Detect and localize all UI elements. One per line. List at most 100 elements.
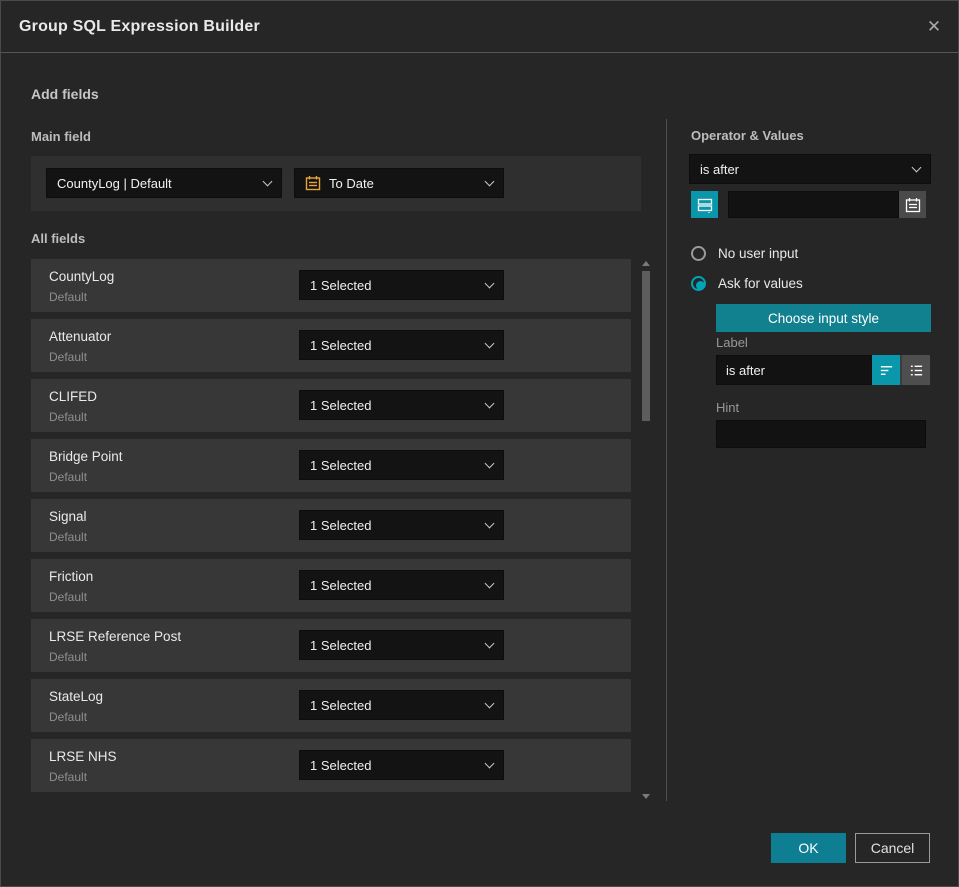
value-input[interactable]: [728, 191, 899, 218]
label-input[interactable]: [716, 355, 872, 385]
field-row: CLIFED Default 1 Selected: [31, 379, 631, 432]
chevron-down-icon: [484, 458, 495, 468]
field-row: LRSE Reference Post Default 1 Selected: [31, 619, 631, 672]
date-picker-button[interactable]: [899, 191, 926, 218]
cancel-button[interactable]: Cancel: [855, 833, 930, 863]
scroll-up-icon[interactable]: [642, 261, 650, 266]
field-subtitle: Default: [49, 650, 88, 664]
field-name: StateLog: [49, 689, 104, 704]
field-name: LRSE Reference Post: [49, 629, 182, 644]
field-name: Attenuator: [49, 329, 112, 344]
calendar-icon: [305, 175, 321, 191]
field-values-select[interactable]: 1 Selected: [299, 570, 504, 600]
hint-input[interactable]: [716, 420, 926, 448]
label-style-segmented-control: [872, 355, 930, 385]
scrollbar-thumb[interactable]: [642, 271, 650, 421]
date-mode-select[interactable]: To Date: [294, 168, 504, 198]
field-values-select-value: 1 Selected: [310, 637, 372, 653]
field-values-select[interactable]: 1 Selected: [299, 630, 504, 660]
field-name: LRSE NHS: [49, 749, 117, 764]
dialog-header: Group SQL Expression Builder ✕: [1, 1, 958, 53]
list-style-button[interactable]: [902, 355, 930, 385]
chevron-down-icon: [484, 338, 495, 348]
ok-button[interactable]: OK: [771, 833, 846, 863]
chevron-down-icon: [484, 278, 495, 288]
operator-select[interactable]: is after: [689, 154, 931, 184]
field-subtitle: Default: [49, 710, 88, 724]
chevron-down-icon: [484, 578, 495, 588]
main-field-select[interactable]: CountyLog | Default: [46, 168, 282, 198]
field-values-select-value: 1 Selected: [310, 697, 372, 713]
add-fields-heading: Add fields: [31, 86, 99, 102]
field-values-select[interactable]: 1 Selected: [299, 450, 504, 480]
radio-label: No user input: [718, 246, 799, 261]
hint-field-label: Hint: [716, 400, 740, 415]
field-values-select[interactable]: 1 Selected: [299, 270, 504, 300]
list-scrollbar[interactable]: [640, 259, 652, 801]
field-values-select[interactable]: 1 Selected: [299, 750, 504, 780]
label-field-label: Label: [716, 335, 748, 350]
bulleted-list-icon: [910, 365, 922, 375]
field-row: Friction Default 1 Selected: [31, 559, 631, 612]
field-values-select-value: 1 Selected: [310, 397, 372, 413]
radio-no-user-input[interactable]: No user input: [691, 246, 798, 261]
field-values-select-value: 1 Selected: [310, 757, 372, 773]
field-row: Attenuator Default 1 Selected: [31, 319, 631, 372]
align-left-icon: [880, 365, 892, 375]
field-subtitle: Default: [49, 470, 88, 484]
field-subtitle: Default: [49, 590, 88, 604]
field-values-select-value: 1 Selected: [310, 577, 372, 593]
field-row: CountyLog Default 1 Selected: [31, 259, 631, 312]
all-fields-list: CountyLog Default 1 Selected Attenuator …: [31, 259, 631, 799]
field-subtitle: Default: [49, 530, 88, 544]
radio-icon: [691, 276, 706, 291]
field-row: Signal Default 1 Selected: [31, 499, 631, 552]
panel-divider: [666, 119, 667, 801]
chevron-down-icon: [484, 398, 495, 408]
single-line-style-button[interactable]: [872, 355, 900, 385]
calendar-icon: [905, 197, 920, 212]
field-name: CountyLog: [49, 269, 115, 284]
field-values-select[interactable]: 1 Selected: [299, 390, 504, 420]
chevron-down-icon: [484, 698, 495, 708]
radio-ask-for-values[interactable]: Ask for values: [691, 276, 803, 291]
value-list-icon: [697, 198, 712, 213]
close-icon[interactable]: ✕: [922, 15, 946, 39]
radio-icon: [691, 246, 706, 261]
field-values-select-value: 1 Selected: [310, 457, 372, 473]
field-name: Signal: [49, 509, 87, 524]
main-field-panel: CountyLog | Default To Date: [31, 156, 641, 211]
operator-select-value: is after: [700, 161, 740, 177]
chevron-down-icon: [262, 176, 273, 186]
chevron-down-icon: [484, 518, 495, 528]
field-values-select[interactable]: 1 Selected: [299, 690, 504, 720]
dialog-title: Group SQL Expression Builder: [19, 17, 260, 35]
field-values-select-value: 1 Selected: [310, 517, 372, 533]
chevron-down-icon: [484, 176, 495, 186]
field-row: LRSE NHS Default 1 Selected: [31, 739, 631, 792]
radio-label: Ask for values: [718, 276, 803, 291]
field-name: Bridge Point: [49, 449, 123, 464]
field-row: StateLog Default 1 Selected: [31, 679, 631, 732]
choose-input-style-button[interactable]: Choose input style: [716, 304, 931, 332]
field-values-select-value: 1 Selected: [310, 277, 372, 293]
chevron-down-icon: [911, 162, 922, 172]
field-subtitle: Default: [49, 290, 88, 304]
field-name: CLIFED: [49, 389, 98, 404]
date-mode-select-value: To Date: [329, 175, 374, 191]
field-subtitle: Default: [49, 410, 88, 424]
field-values-select[interactable]: 1 Selected: [299, 330, 504, 360]
group-sql-expression-builder-dialog: Group SQL Expression Builder ✕ Add field…: [0, 0, 959, 887]
main-field-heading: Main field: [31, 129, 91, 144]
chevron-down-icon: [484, 758, 495, 768]
field-subtitle: Default: [49, 770, 88, 784]
all-fields-heading: All fields: [31, 231, 86, 246]
operator-values-heading: Operator & Values: [691, 128, 804, 143]
value-input-mode-button[interactable]: [691, 191, 718, 218]
main-field-select-value: CountyLog | Default: [57, 175, 172, 191]
field-row: Bridge Point Default 1 Selected: [31, 439, 631, 492]
field-name: Friction: [49, 569, 94, 584]
field-values-select[interactable]: 1 Selected: [299, 510, 504, 540]
chevron-down-icon: [484, 638, 495, 648]
scroll-down-icon[interactable]: [642, 794, 650, 799]
